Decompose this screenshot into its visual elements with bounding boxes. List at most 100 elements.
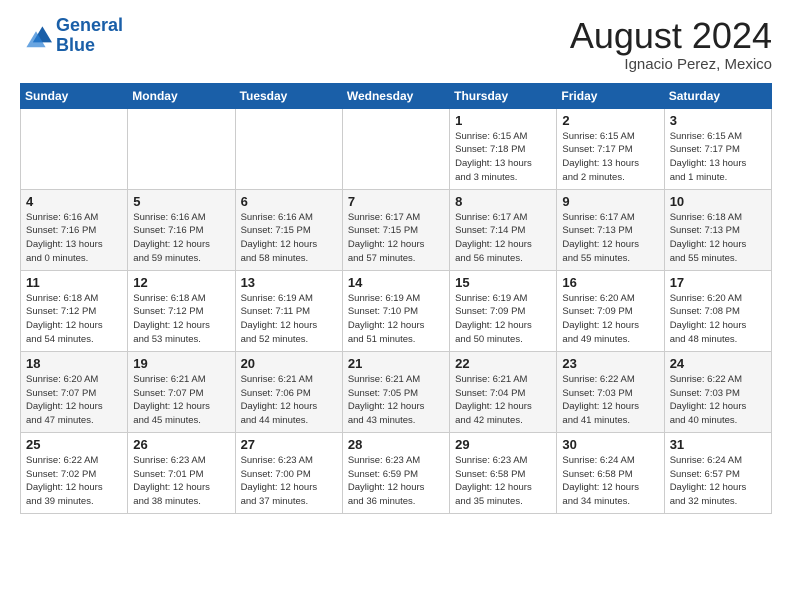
logo-text: General Blue [56,16,123,56]
day-info: Sunrise: 6:17 AMSunset: 7:13 PMDaylight:… [562,211,658,266]
day-info: Sunrise: 6:23 AMSunset: 6:59 PMDaylight:… [348,454,444,509]
header: General Blue August 2024 Ignacio Perez, … [20,16,772,73]
calendar-cell: 24 Sunrise: 6:22 AMSunset: 7:03 PMDayligh… [664,351,771,432]
calendar-cell: 26 Sunrise: 6:23 AMSunset: 7:01 PMDayligh… [128,432,235,513]
calendar-cell: 10 Sunrise: 6:18 AMSunset: 7:13 PMDayligh… [664,189,771,270]
calendar-cell: 21Sunrise: 6:21 AMSunset: 7:05 PMDayligh… [342,351,449,432]
calendar-cell: 8Sunrise: 6:17 AMSunset: 7:14 PMDaylight… [450,189,557,270]
day-info: Sunrise: 6:22 AMSunset: 7:03 PMDaylight:… [562,373,658,428]
day-info: Sunrise: 6:19 AMSunset: 7:10 PMDaylight:… [348,292,444,347]
day-number: 14 [348,275,444,290]
weekday-wednesday: Wednesday [342,83,449,108]
day-number: 30 [562,437,658,452]
day-number: 16 [562,275,658,290]
logo-line1: General [56,15,123,35]
calendar-cell: 15 Sunrise: 6:19 AMSunset: 7:09 PMDayligh… [450,270,557,351]
day-number: 11 [26,275,122,290]
day-number: 26 [133,437,229,452]
day-info: Sunrise: 6:15 AMSunset: 7:17 PMDaylight:… [562,130,658,185]
day-info: Sunrise: 6:19 AMSunset: 7:11 PMDaylight:… [241,292,337,347]
weekday-saturday: Saturday [664,83,771,108]
day-number: 12 [133,275,229,290]
day-number: 24 [670,356,766,371]
day-info: Sunrise: 6:20 AMSunset: 7:07 PMDaylight:… [26,373,122,428]
day-number: 2 [562,113,658,128]
weekday-friday: Friday [557,83,664,108]
day-info: Sunrise: 6:17 AMSunset: 7:14 PMDaylight:… [455,211,551,266]
calendar-cell: 7Sunrise: 6:17 AMSunset: 7:15 PMDaylight… [342,189,449,270]
day-number: 28 [348,437,444,452]
calendar-cell: 4 Sunrise: 6:16 AMSunset: 7:16 PMDaylight… [21,189,128,270]
day-number: 9 [562,194,658,209]
calendar-week-3: 18 Sunrise: 6:20 AMSunset: 7:07 PMDayligh… [21,351,772,432]
day-info: Sunrise: 6:20 AMSunset: 7:08 PMDaylight:… [670,292,766,347]
day-info: Sunrise: 6:23 AMSunset: 7:01 PMDaylight:… [133,454,229,509]
day-info: Sunrise: 6:23 AMSunset: 7:00 PMDaylight:… [241,454,337,509]
weekday-monday: Monday [128,83,235,108]
logo-line2: Blue [56,35,95,55]
day-info: Sunrise: 6:21 AMSunset: 7:05 PMDaylight:… [348,373,444,428]
day-number: 17 [670,275,766,290]
day-info: Sunrise: 6:18 AMSunset: 7:12 PMDaylight:… [26,292,122,347]
day-info: Sunrise: 6:21 AMSunset: 7:07 PMDaylight:… [133,373,229,428]
weekday-header-row: SundayMondayTuesdayWednesdayThursdayFrid… [21,83,772,108]
day-number: 1 [455,113,551,128]
calendar-cell: 11 Sunrise: 6:18 AMSunset: 7:12 PMDayligh… [21,270,128,351]
day-info: Sunrise: 6:18 AMSunset: 7:12 PMDaylight:… [133,292,229,347]
weekday-tuesday: Tuesday [235,83,342,108]
day-number: 4 [26,194,122,209]
calendar-cell: 28 Sunrise: 6:23 AMSunset: 6:59 PMDayligh… [342,432,449,513]
calendar-cell: 31Sunrise: 6:24 AMSunset: 6:57 PMDayligh… [664,432,771,513]
calendar-cell: 20 Sunrise: 6:21 AMSunset: 7:06 PMDayligh… [235,351,342,432]
weekday-thursday: Thursday [450,83,557,108]
calendar-cell: 13 Sunrise: 6:19 AMSunset: 7:11 PMDayligh… [235,270,342,351]
day-info: Sunrise: 6:16 AMSunset: 7:16 PMDaylight:… [133,211,229,266]
day-number: 20 [241,356,337,371]
day-number: 10 [670,194,766,209]
day-info: Sunrise: 6:21 AMSunset: 7:06 PMDaylight:… [241,373,337,428]
weekday-sunday: Sunday [21,83,128,108]
day-number: 15 [455,275,551,290]
calendar-week-0: 1Sunrise: 6:15 AMSunset: 7:18 PMDaylight… [21,108,772,189]
day-number: 13 [241,275,337,290]
subtitle: Ignacio Perez, Mexico [570,56,772,73]
month-title: August 2024 [570,16,772,56]
day-number: 23 [562,356,658,371]
calendar-cell: 18 Sunrise: 6:20 AMSunset: 7:07 PMDayligh… [21,351,128,432]
title-block: August 2024 Ignacio Perez, Mexico [570,16,772,73]
logo: General Blue [20,16,123,56]
logo-icon [20,20,52,52]
calendar-cell: 16 Sunrise: 6:20 AMSunset: 7:09 PMDayligh… [557,270,664,351]
day-info: Sunrise: 6:18 AMSunset: 7:13 PMDaylight:… [670,211,766,266]
calendar-cell [21,108,128,189]
day-number: 3 [670,113,766,128]
day-info: Sunrise: 6:22 AMSunset: 7:02 PMDaylight:… [26,454,122,509]
day-info: Sunrise: 6:15 AMSunset: 7:17 PMDaylight:… [670,130,766,185]
calendar-cell: 30Sunrise: 6:24 AMSunset: 6:58 PMDayligh… [557,432,664,513]
calendar-cell: 1Sunrise: 6:15 AMSunset: 7:18 PMDaylight… [450,108,557,189]
day-info: Sunrise: 6:16 AMSunset: 7:16 PMDaylight:… [26,211,122,266]
calendar-cell [235,108,342,189]
calendar-cell [128,108,235,189]
calendar-cell: 14 Sunrise: 6:19 AMSunset: 7:10 PMDayligh… [342,270,449,351]
day-number: 25 [26,437,122,452]
day-number: 18 [26,356,122,371]
calendar-cell: 27Sunrise: 6:23 AMSunset: 7:00 PMDayligh… [235,432,342,513]
day-info: Sunrise: 6:19 AMSunset: 7:09 PMDaylight:… [455,292,551,347]
calendar-cell: 3 Sunrise: 6:15 AMSunset: 7:17 PMDaylight… [664,108,771,189]
calendar-cell: 2 Sunrise: 6:15 AMSunset: 7:17 PMDaylight… [557,108,664,189]
calendar-week-4: 25 Sunrise: 6:22 AMSunset: 7:02 PMDayligh… [21,432,772,513]
day-info: Sunrise: 6:22 AMSunset: 7:03 PMDaylight:… [670,373,766,428]
calendar-week-1: 4 Sunrise: 6:16 AMSunset: 7:16 PMDaylight… [21,189,772,270]
calendar-cell: 29Sunrise: 6:23 AMSunset: 6:58 PMDayligh… [450,432,557,513]
day-number: 19 [133,356,229,371]
calendar-cell: 19 Sunrise: 6:21 AMSunset: 7:07 PMDayligh… [128,351,235,432]
day-number: 31 [670,437,766,452]
calendar-cell: 12 Sunrise: 6:18 AMSunset: 7:12 PMDayligh… [128,270,235,351]
calendar-week-2: 11 Sunrise: 6:18 AMSunset: 7:12 PMDayligh… [21,270,772,351]
calendar-cell: 9 Sunrise: 6:17 AMSunset: 7:13 PMDaylight… [557,189,664,270]
day-info: Sunrise: 6:17 AMSunset: 7:15 PMDaylight:… [348,211,444,266]
day-info: Sunrise: 6:20 AMSunset: 7:09 PMDaylight:… [562,292,658,347]
calendar-cell: 17 Sunrise: 6:20 AMSunset: 7:08 PMDayligh… [664,270,771,351]
calendar-cell: 23 Sunrise: 6:22 AMSunset: 7:03 PMDayligh… [557,351,664,432]
